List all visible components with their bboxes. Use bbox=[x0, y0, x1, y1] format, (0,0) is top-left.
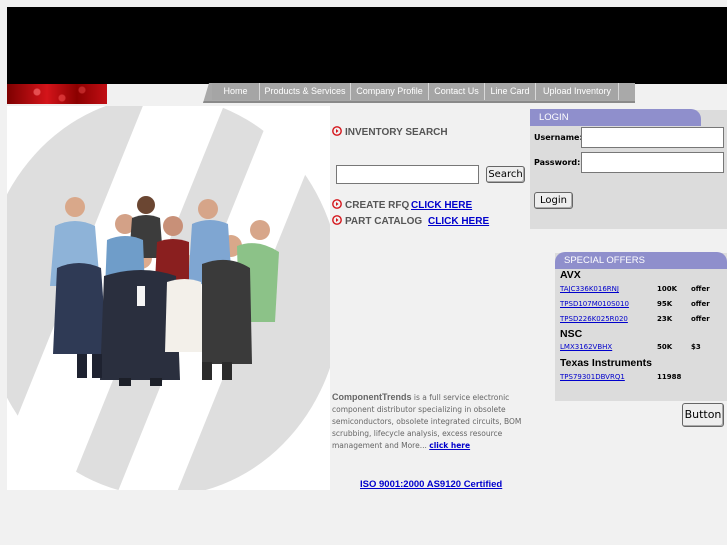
offer-action: offer bbox=[691, 315, 710, 323]
nav-contact-us[interactable]: Contact Us bbox=[429, 83, 485, 100]
offer-action: offer bbox=[691, 300, 710, 308]
search-input[interactable] bbox=[336, 165, 479, 184]
arrow-bullet-icon bbox=[332, 126, 342, 136]
nav-company-profile[interactable]: Company Profile bbox=[351, 83, 429, 100]
part-catalog-link[interactable]: CLICK HERE bbox=[428, 216, 489, 227]
offer-action: $3 bbox=[691, 343, 701, 351]
vendor-name: NSC bbox=[560, 328, 583, 340]
inventory-search-title: INVENTORY SEARCH bbox=[345, 127, 448, 138]
password-label: Password: bbox=[534, 158, 581, 167]
arrow-bullet-icon bbox=[332, 215, 342, 225]
offer-action: offer bbox=[691, 285, 710, 293]
special-offers-header: SPECIAL OFFERS bbox=[555, 252, 727, 269]
nav-upload-inventory[interactable]: Upload Inventory bbox=[536, 83, 619, 100]
hero-image bbox=[7, 106, 330, 490]
nav-line-card[interactable]: Line Card bbox=[485, 83, 536, 100]
offer-quantity: 23K bbox=[657, 315, 673, 323]
offer-quantity: 95K bbox=[657, 300, 673, 308]
offer-quantity: 50K bbox=[657, 343, 673, 351]
more-link[interactable]: click here bbox=[429, 441, 470, 450]
offer-part-link[interactable]: LMX3162VBHX bbox=[560, 343, 612, 351]
login-header: LOGIN bbox=[530, 109, 701, 126]
team-photo bbox=[50, 196, 279, 386]
vendor-name: AVX bbox=[560, 269, 581, 281]
offer-part-link[interactable]: TPSD226K025R020 bbox=[560, 315, 628, 323]
offer-part-link[interactable]: TAJC336K016RNJ bbox=[560, 285, 619, 293]
generic-button[interactable]: Button bbox=[682, 403, 724, 427]
vendor-name: Texas Instruments bbox=[560, 357, 653, 369]
nav-home[interactable]: Home bbox=[212, 83, 260, 100]
offer-part-link[interactable]: TPS79301DBVRQ1 bbox=[560, 373, 625, 381]
header-banner bbox=[7, 7, 727, 84]
company-description: ComponentTrends is a full service electr… bbox=[332, 391, 522, 452]
login-button[interactable]: Login bbox=[534, 192, 573, 209]
password-field[interactable] bbox=[581, 152, 724, 173]
nav-products-services[interactable]: Products & Services bbox=[260, 83, 351, 100]
offer-part-link[interactable]: TPSD107M010S010 bbox=[560, 300, 629, 308]
username-label: Username: bbox=[534, 133, 583, 142]
header-red-graphic bbox=[7, 84, 107, 104]
username-field[interactable] bbox=[581, 127, 724, 148]
search-button[interactable]: Search bbox=[486, 166, 525, 183]
iso-certification-link[interactable]: ISO 9001:2000 AS9120 Certified bbox=[360, 479, 502, 490]
offer-quantity: 11988 bbox=[657, 373, 682, 381]
part-catalog-label: PART CATALOG bbox=[345, 216, 423, 227]
company-name: ComponentTrends bbox=[332, 392, 412, 402]
arrow-bullet-icon bbox=[332, 199, 342, 209]
create-rfq-label: CREATE RFQ bbox=[345, 200, 410, 211]
create-rfq-link[interactable]: CLICK HERE bbox=[411, 200, 472, 211]
offer-quantity: 100K bbox=[657, 285, 678, 293]
